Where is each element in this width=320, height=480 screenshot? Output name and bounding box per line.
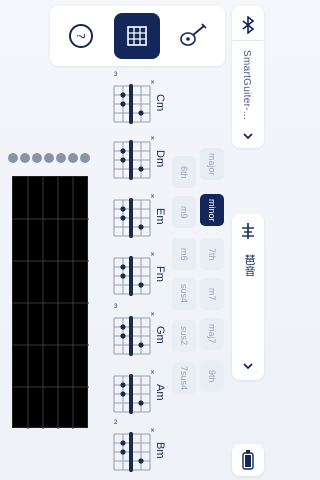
quality-major-button[interactable]: major [200,148,224,180]
chord-fret-number: 3 [114,304,118,310]
quality-sus4-button[interactable]: sus4 [172,278,196,310]
chord-name: Bm [154,442,166,459]
chord-name: Dm [154,150,166,168]
chord-grid: × [113,428,154,472]
bluetooth-icon [242,16,255,34]
chord-grid: × [113,136,154,180]
chord-diagram-am[interactable]: × Am [110,370,172,418]
quality-maj7-button[interactable]: maj7 [200,318,224,350]
chevron-down-icon[interactable] [242,130,254,142]
device-card[interactable]: SmartGuiter-... [232,6,264,148]
svg-text:×: × [150,312,154,318]
chord-grid: × [113,312,154,356]
svg-text:×: × [150,252,154,258]
quality-minor-button[interactable]: minor [200,194,224,226]
chord-diagram-em[interactable]: × Em [110,194,172,242]
chord-grid-icon [127,26,147,46]
fret-marker-dot [44,153,54,163]
guitar-mode-button[interactable] [170,13,216,59]
chord-grid: × [113,80,154,124]
info-icon: ? [69,24,93,48]
chord-grid: × [113,370,154,414]
fretboard-grid [13,177,89,429]
chord-name: Gm [154,326,166,344]
tuner-card: 琶音 [232,214,264,380]
fret-marker-dot [80,153,90,163]
quality-m9-button[interactable]: m9 [172,196,196,228]
chord-diagram-dm[interactable]: × Dm [110,136,172,184]
chord-name: Am [154,384,166,401]
fret-marker-dot [8,153,18,163]
mode-toolbar: ? [50,6,225,66]
chord-name: Em [154,208,166,225]
quality-m6-button[interactable]: m6 [172,238,196,270]
chord-diagram-fm[interactable]: × Fm [110,252,172,300]
quality-6th-button[interactable]: 6th [172,156,196,188]
fret-markers [8,153,90,163]
chord-fret-number: 3 [114,72,118,78]
chord-name: Fm [154,266,166,282]
chord-mode-button[interactable] [114,13,160,59]
guitar-icon [180,23,207,46]
fret-marker-dot [32,153,42,163]
svg-text:×: × [150,194,154,200]
info-button[interactable]: ? [58,13,104,59]
svg-text:?: ? [74,33,87,39]
chord-name: Cm [154,94,166,112]
svg-text:×: × [150,428,154,434]
quality-sus2-button[interactable]: sus2 [172,320,196,352]
app-title: SmartGuiter-... [241,50,252,121]
chord-diagram-cm[interactable]: × Cm 3 [110,72,172,128]
svg-text:×: × [150,80,154,86]
quality-9th-button[interactable]: 9th [200,360,224,392]
battery-icon [242,450,254,470]
svg-text:×: × [150,370,154,376]
chord-diagram-gm[interactable]: × Gm 3 [110,304,172,360]
quality-7sus4-button[interactable]: 7sus4 [172,362,196,394]
quality-m7-button[interactable]: m7 [200,278,224,310]
tuner-label: 琶音 [243,254,255,277]
fret-marker-dot [20,153,30,163]
battery-card [232,444,264,476]
fret-marker-dot [56,153,66,163]
chord-grid: × [113,252,154,296]
tuner-icon[interactable] [240,222,256,240]
chord-grid: × [113,194,154,238]
svg-text:×: × [150,136,154,142]
chord-fret-number: 2 [114,420,118,426]
quality-7th-button[interactable]: 7th [200,238,224,270]
chord-diagram-bm[interactable]: × Bm 2 [110,420,172,476]
fretboard[interactable] [12,176,89,429]
fret-marker-dot [68,153,78,163]
chevron-down-icon[interactable] [242,360,254,372]
